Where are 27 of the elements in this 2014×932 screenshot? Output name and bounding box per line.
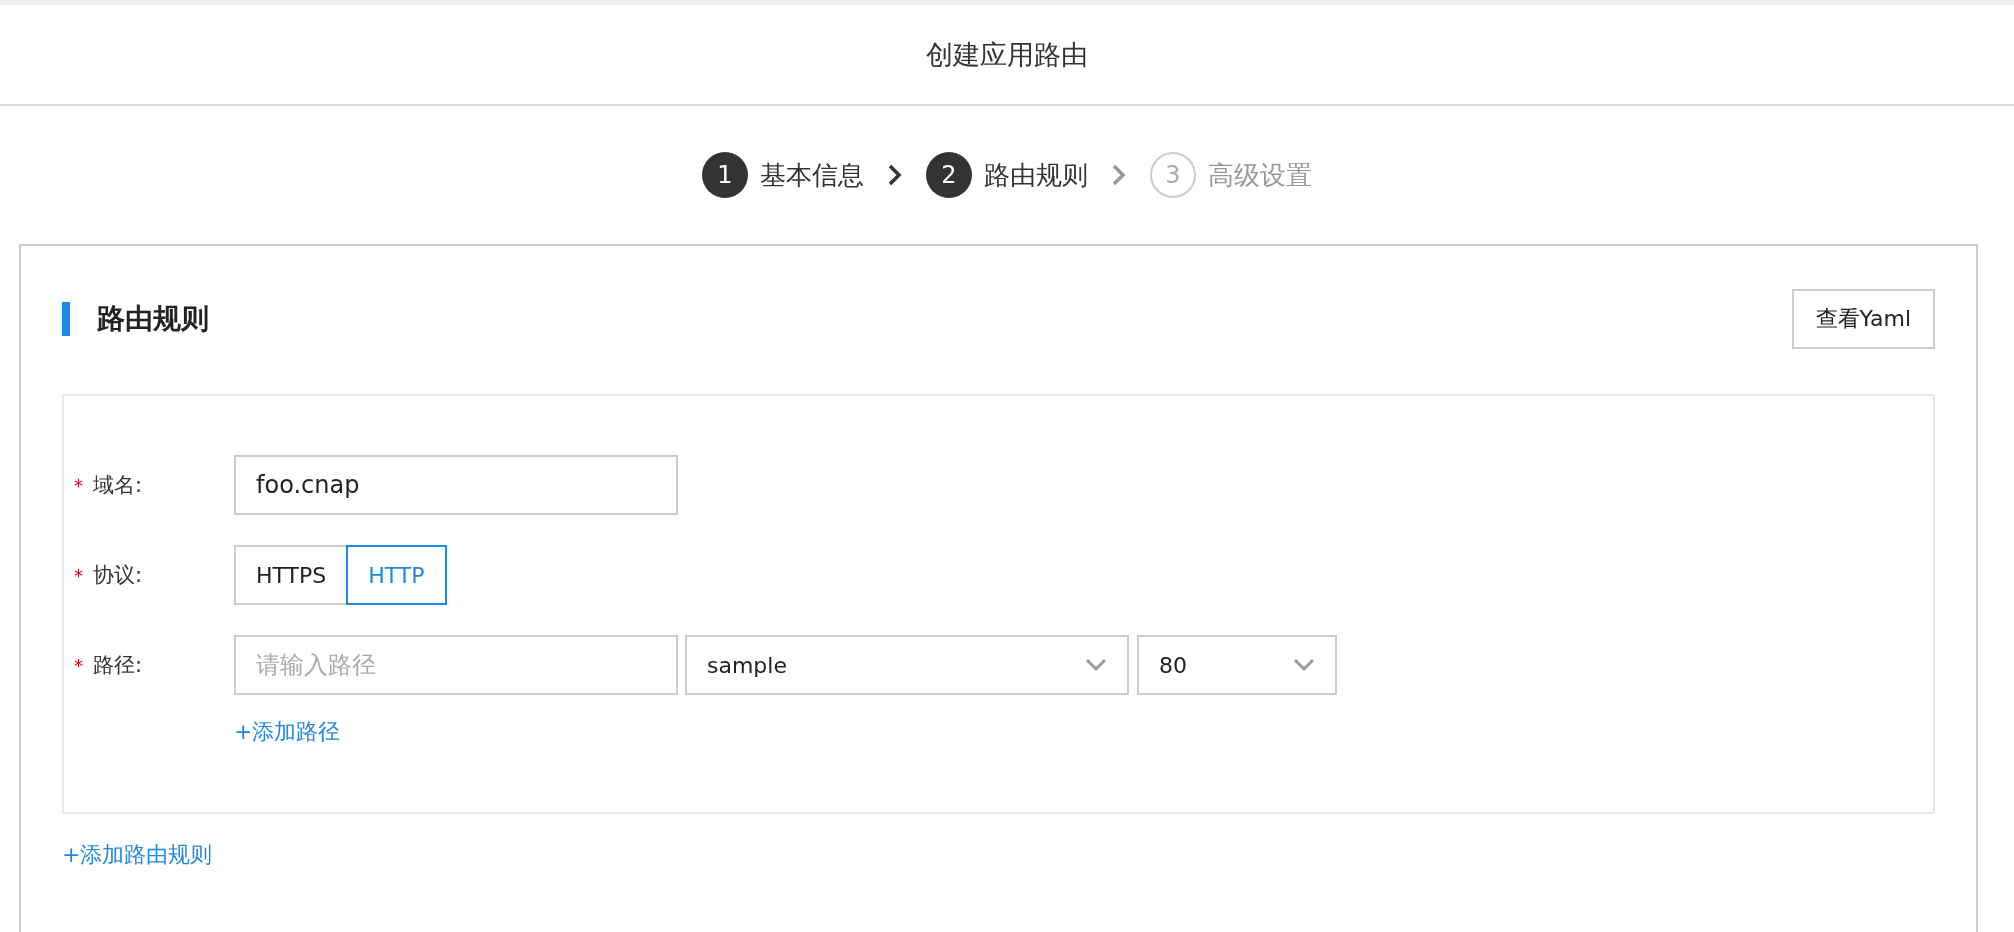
path-input-field[interactable]: 请输入路径	[234, 635, 678, 695]
step-number: 1	[702, 152, 748, 198]
domain-input-field[interactable]: foo.cnap	[234, 455, 678, 515]
section-title: 路由规则	[62, 301, 209, 336]
chevron-down-icon	[1293, 658, 1315, 672]
required-mark: *	[74, 564, 83, 586]
step-label: 路由规则	[984, 158, 1088, 192]
chevron-down-icon	[1085, 658, 1107, 672]
page-title: 创建应用路由	[926, 37, 1088, 72]
path-label: 路径:	[93, 652, 143, 679]
view-yaml-button[interactable]: 查看Yaml	[1791, 288, 1935, 349]
required-mark: *	[74, 474, 83, 496]
chevron-right-icon	[1112, 164, 1126, 186]
add-path-link[interactable]: +添加路径	[234, 717, 341, 747]
protocol-option[interactable]: HTTPS	[234, 545, 349, 605]
required-mark: *	[74, 654, 83, 676]
step-label: 高级设置	[1208, 158, 1312, 192]
protocol-label: 协议:	[93, 562, 143, 589]
step-number: 2	[926, 152, 972, 198]
step-label: 基本信息	[760, 158, 864, 192]
step-number: 3	[1150, 152, 1196, 198]
protocol-option[interactable]: HTTP	[346, 545, 447, 605]
chevron-right-icon	[888, 164, 902, 186]
service-dropdown[interactable]: sample	[685, 635, 1129, 695]
port-dropdown[interactable]: 80	[1137, 635, 1337, 695]
add-rule-link[interactable]: +添加路由规则	[62, 840, 213, 870]
domain-label: 域名:	[93, 472, 143, 499]
